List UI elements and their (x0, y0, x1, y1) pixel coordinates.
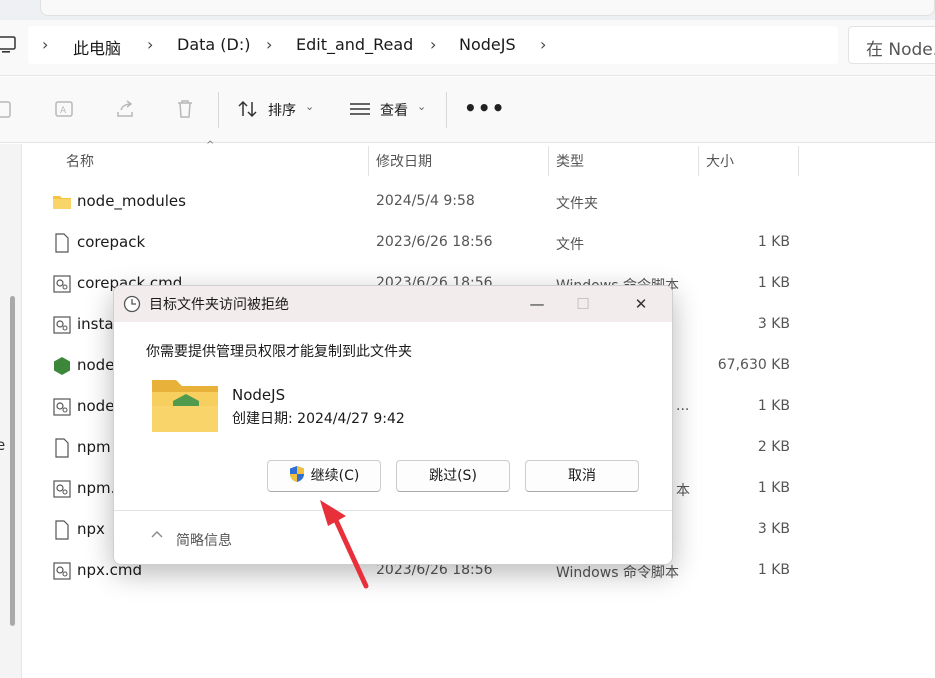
file-icon (55, 233, 69, 253)
breadcrumb-edit-and-read[interactable]: Edit_and_Read (296, 35, 413, 54)
folder-icon (53, 196, 71, 209)
file-size: 1 KB (757, 480, 790, 496)
file-type: ... (676, 398, 690, 414)
column-divider[interactable] (368, 146, 369, 176)
search-placeholder[interactable]: 在 Node... (866, 35, 935, 60)
cmd-file-icon (53, 316, 71, 334)
tab-strip (0, 0, 935, 20)
file-type: 本 (676, 483, 690, 499)
column-header-date[interactable]: 修改日期 (376, 151, 432, 171)
column-header-size[interactable]: 大小 (706, 151, 734, 171)
breadcrumb-chevron-icon[interactable]: › (42, 35, 48, 54)
navigation-item-label[interactable]: e (0, 436, 5, 454)
dialog-divider (114, 510, 672, 511)
chevron-down-icon[interactable]: ⌄ (417, 100, 426, 113)
column-divider[interactable] (698, 146, 699, 176)
column-header-name[interactable]: 名称 (66, 151, 94, 171)
breadcrumb-data-drive[interactable]: Data (D:) (177, 35, 250, 54)
breadcrumb-chevron-icon[interactable]: › (430, 35, 436, 54)
file-row[interactable]: node_modules 2024/5/4 9:58 文件夹 (40, 182, 800, 222)
breadcrumb-nodejs[interactable]: NodeJS (459, 35, 516, 54)
paste-icon[interactable] (0, 98, 16, 120)
column-header-type[interactable]: 类型 (556, 151, 584, 171)
active-tab[interactable] (40, 0, 935, 16)
svg-text:A: A (60, 106, 67, 116)
file-size: 1 KB (757, 275, 790, 291)
file-date: 2024/5/4 9:58 (376, 193, 475, 209)
column-divider[interactable] (798, 146, 799, 176)
file-name: npm (77, 438, 111, 456)
skip-button[interactable]: 跳过(S) (396, 460, 510, 492)
file-size: 1 KB (757, 562, 790, 578)
file-name: insta (77, 315, 114, 333)
file-name: npx (77, 520, 105, 538)
breadcrumb-chevron-icon[interactable]: › (540, 35, 546, 54)
clock-icon (123, 295, 141, 313)
access-denied-dialog: 目标文件夹访问被拒绝 — ☐ ✕ 你需要提供管理员权限才能复制到此文件夹 Nod… (113, 285, 673, 565)
file-size: 1 KB (757, 398, 790, 414)
file-name: corepack (77, 233, 146, 251)
breadcrumb-chevron-icon[interactable]: › (147, 35, 153, 54)
nodejs-icon (54, 357, 70, 375)
file-name: node (77, 356, 115, 374)
navigation-scrollbar[interactable] (10, 296, 15, 626)
dialog-message: 你需要提供管理员权限才能复制到此文件夹 (146, 344, 412, 360)
file-icon (55, 520, 69, 540)
breadcrumb-chevron-icon[interactable]: › (266, 35, 272, 54)
file-type: 文件 (556, 237, 584, 253)
chevron-down-icon[interactable]: ⌄ (305, 100, 314, 113)
file-row[interactable]: corepack 2023/6/26 18:56 文件 1 KB (40, 223, 800, 263)
view-button[interactable]: 查看 (380, 100, 408, 120)
file-size: 67,630 KB (717, 357, 790, 373)
file-name: node (77, 397, 115, 415)
cmd-file-icon (53, 398, 71, 416)
minimize-button[interactable]: — (522, 292, 552, 316)
command-separator (446, 92, 447, 128)
sort-button[interactable]: 排序 (268, 100, 296, 120)
file-name: npm. (77, 479, 116, 497)
view-icon[interactable] (349, 98, 371, 120)
cancel-button[interactable]: 取消 (525, 460, 639, 492)
file-type: 文件夹 (556, 196, 598, 212)
fewer-details-toggle[interactable]: 简略信息 (176, 530, 232, 550)
sort-ascending-icon: ^ (206, 140, 215, 151)
file-size: 3 KB (757, 521, 790, 537)
dialog-folder-name: NodeJS (232, 386, 286, 404)
breadcrumb-this-pc[interactable]: 此电脑 (73, 35, 121, 59)
cmd-file-icon (53, 480, 71, 498)
column-divider[interactable] (548, 146, 549, 176)
share-icon[interactable] (114, 98, 136, 120)
continue-button[interactable]: 继续(C) (267, 460, 381, 492)
cmd-file-icon (53, 562, 71, 580)
file-name: node_modules (77, 192, 186, 210)
cmd-file-icon (53, 275, 71, 293)
rename-icon[interactable]: A (54, 98, 76, 120)
more-options-button[interactable]: ••• (464, 96, 505, 120)
continue-button-label: 继续(C) (310, 468, 360, 484)
dialog-folder-created: 创建日期: 2024/4/27 9:42 (232, 411, 405, 427)
delete-icon[interactable] (174, 98, 196, 120)
file-size: 3 KB (757, 316, 790, 332)
command-separator (218, 92, 219, 128)
file-size: 1 KB (757, 234, 790, 250)
uac-shield-icon (289, 466, 304, 482)
maximize-button[interactable]: ☐ (568, 292, 598, 316)
this-pc-icon[interactable] (0, 36, 16, 54)
file-size: 2 KB (757, 439, 790, 455)
file-icon (55, 438, 69, 458)
sort-icon[interactable] (237, 98, 259, 120)
file-type: Windows 命令脚本 (556, 565, 679, 581)
chevron-up-icon[interactable] (150, 527, 164, 541)
close-button[interactable]: ✕ (626, 292, 656, 316)
dialog-title: 目标文件夹访问被拒绝 (149, 297, 289, 313)
file-date: 2023/6/26 18:56 (376, 234, 493, 250)
nodejs-folder-icon (152, 380, 218, 432)
